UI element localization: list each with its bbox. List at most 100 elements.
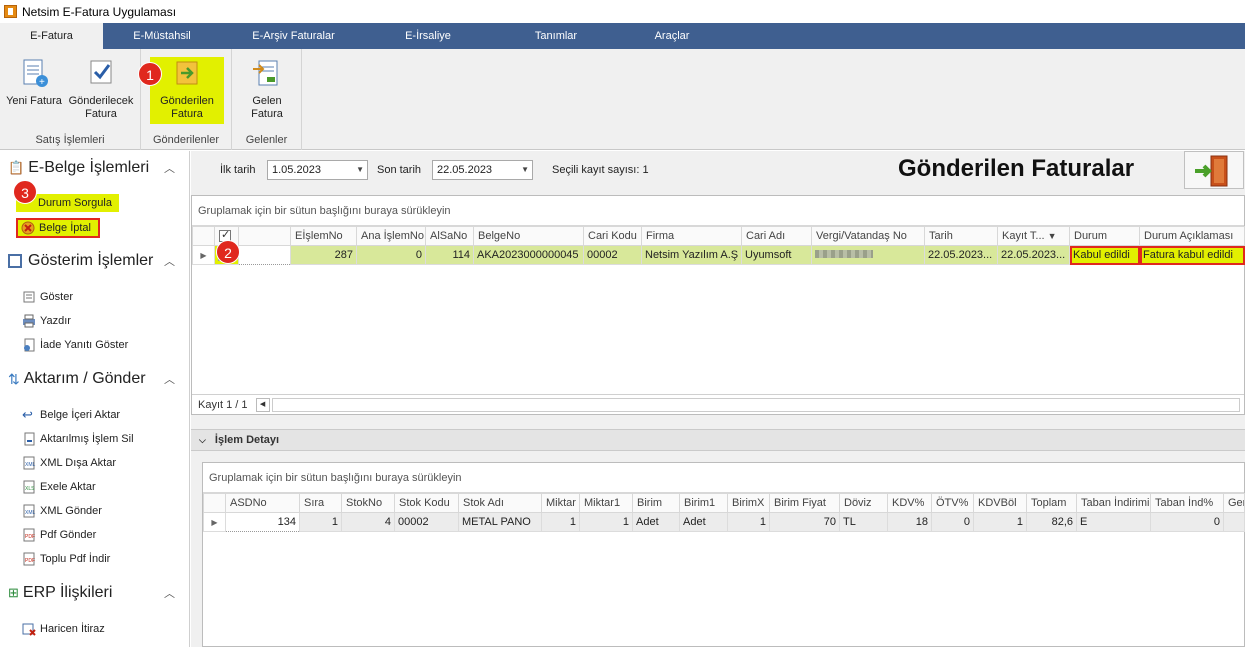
col-kdvbol[interactable]: KDVBöl — [973, 493, 1027, 513]
collapse-chevron-icon[interactable]: ︿ — [164, 371, 175, 387]
haricen-itiraz-item[interactable]: Haricen İtiraz — [22, 620, 105, 638]
tab-tanimlar[interactable]: Tanımlar — [490, 23, 622, 49]
col-taban-indirimi[interactable]: Taban İndirimi — [1076, 493, 1151, 513]
col-stok-adi[interactable]: Stok Adı — [458, 493, 542, 513]
xml-icon: XML — [22, 456, 36, 470]
section-ebelge[interactable]: 📋 E-Belge İşlemleri ︿ — [8, 159, 188, 177]
incoming-invoice-icon — [251, 57, 283, 89]
col-asdno[interactable]: ASDNo — [225, 493, 300, 513]
invoice-table: EİşlemNo Ana İşlemNo AlSaNo BelgeNo Cari… — [192, 226, 1245, 265]
table-row[interactable]: ▶ 287 0 114 AKA2023000000045 00002 Netsi… — [192, 245, 1245, 265]
belge-iceri-aktar-item[interactable]: ↩ Belge İçeri Aktar — [22, 406, 120, 424]
col-durum-aciklamasi[interactable]: Durum Açıklaması — [1139, 226, 1245, 246]
tab-e-fatura[interactable]: E-Fatura — [0, 23, 103, 49]
exele-aktar-item[interactable]: XLS Exele Aktar — [22, 478, 96, 496]
col-doviz[interactable]: Döviz — [839, 493, 888, 513]
col-birim-fiyat[interactable]: Birim Fiyat — [769, 493, 840, 513]
col-ana-islemno[interactable]: Ana İşlemNo — [356, 226, 426, 246]
col-birimx[interactable]: BirimX — [727, 493, 770, 513]
cell-stok-kodu: 00002 — [394, 512, 459, 532]
collapse-chevron-icon[interactable]: ︿ — [164, 585, 175, 601]
col-toplam[interactable]: Toplam — [1026, 493, 1077, 513]
collapse-chevron-icon[interactable]: ︿ — [164, 253, 175, 269]
goster-item[interactable]: Göster — [22, 288, 73, 306]
col-cari-adi[interactable]: Cari Adı — [741, 226, 812, 246]
svg-text:XML: XML — [25, 462, 36, 468]
window-title: Netsim E-Fatura Uygulaması — [22, 4, 177, 19]
col-belgeno[interactable]: BelgeNo — [473, 226, 584, 246]
col-birim1[interactable]: Birim1 — [679, 493, 728, 513]
group-gelenler: Gelen Fatura Gelenler — [232, 49, 302, 150]
horizontal-scrollbar[interactable] — [271, 397, 1240, 412]
exit-button[interactable] — [1184, 151, 1244, 189]
cell-birim: Adet — [632, 512, 680, 532]
section-aktarim[interactable]: ⇅ Aktarım / Gönder ︿ — [8, 370, 188, 388]
col-taban-ind-yuzde[interactable]: Taban İnd% — [1150, 493, 1224, 513]
gonderilen-fatura-button[interactable]: Gönderilen Fatura — [150, 57, 224, 124]
cell-eislemno: 287 — [290, 245, 357, 265]
cell-taban-indirimi: E — [1076, 512, 1151, 532]
col-cari-kodu[interactable]: Cari Kodu — [583, 226, 642, 246]
col-kayit-tarihi[interactable]: Kayıt T... ▼ — [997, 226, 1070, 246]
col-durum[interactable]: Durum — [1069, 226, 1140, 246]
cell-birimx: 1 — [727, 512, 770, 532]
ilk-tarih-input[interactable]: 1.05.2023 ▼ — [267, 160, 368, 180]
list-icon — [22, 290, 36, 304]
detail-section-header[interactable]: ⌵ İşlem Detayı — [191, 429, 1245, 451]
gelen-fatura-button[interactable]: Gelen Fatura — [237, 57, 297, 121]
xml-gonder-item[interactable]: XML XML Gönder — [22, 502, 102, 520]
col-sira[interactable]: Sıra — [299, 493, 342, 513]
grid-footer: Kayıt 1 / 1 ◀ — [192, 394, 1244, 414]
col-ger[interactable]: Ger — [1223, 493, 1245, 513]
exit-door-icon — [1195, 155, 1228, 187]
cell-otv: 0 — [931, 512, 974, 532]
step-badge-3: 3 — [13, 180, 37, 204]
svg-text:PDF: PDF — [25, 558, 35, 564]
excel-icon: XLS — [22, 480, 36, 494]
cell-alsano: 114 — [425, 245, 474, 265]
cell-asdno: 134 — [225, 512, 300, 532]
col-stokno[interactable]: StokNo — [341, 493, 395, 513]
step-badge-2: 2 — [216, 240, 240, 264]
gonderilecek-fatura-button[interactable]: Gönderilecek Fatura — [68, 57, 134, 121]
col-miktar1[interactable]: Miktar1 — [579, 493, 633, 513]
yazdir-item[interactable]: Yazdır — [22, 312, 71, 330]
pdf-gonder-item[interactable]: PDF Pdf Gönder — [22, 526, 96, 544]
cell-taban-ind-yuzde: 0 — [1150, 512, 1224, 532]
dropdown-arrow-icon[interactable]: ▼ — [356, 161, 364, 179]
tab-e-mustahsil[interactable]: E-Müstahsil — [103, 23, 221, 49]
group-panel-hint: Gruplamak için bir sütun başlığını buray… — [192, 196, 1244, 226]
ribbon-tabs: E-Fatura E-Müstahsil E-Arşiv Faturalar E… — [0, 23, 1245, 49]
cell-tarih: 22.05.2023... — [924, 245, 998, 265]
col-kdv[interactable]: KDV% — [887, 493, 932, 513]
yeni-fatura-button[interactable]: + Yeni Fatura — [4, 57, 64, 108]
dropdown-arrow-icon[interactable]: ▼ — [521, 161, 529, 179]
section-gosterim[interactable]: Gösterim İşlemler ︿ — [8, 252, 188, 270]
col-birim[interactable]: Birim — [632, 493, 680, 513]
son-tarih-label: Son tarih — [377, 164, 422, 176]
section-erp[interactable]: ⊞ ERP İlişkileri ︿ — [8, 584, 188, 602]
tab-e-irsaliye[interactable]: E-İrsaliye — [366, 23, 490, 49]
son-tarih-input[interactable]: 22.05.2023 ▼ — [432, 160, 533, 180]
col-miktar[interactable]: Miktar — [541, 493, 580, 513]
col-alsano[interactable]: AlSaNo — [425, 226, 474, 246]
col-eislemno[interactable]: EİşlemNo — [290, 226, 357, 246]
send-arrow-icon — [171, 57, 203, 89]
detail-row[interactable]: ▶ 134 1 4 00002 METAL PANO 1 1 Adet Adet… — [203, 512, 1245, 532]
col-vergi-no[interactable]: Vergi/Vatandaş No — [811, 226, 925, 246]
tab-e-arsiv[interactable]: E-Arşiv Faturalar — [221, 23, 366, 49]
collapse-chevron-icon[interactable]: ︿ — [164, 160, 175, 176]
belge-iptal-item[interactable]: Belge İptal — [16, 218, 100, 238]
cell-firma: Netsim Yazılım A.Ş — [641, 245, 742, 265]
col-tarih[interactable]: Tarih — [924, 226, 998, 246]
iade-yaniti-item[interactable]: İade Yanıtı Göster — [22, 336, 128, 354]
scroll-left-icon[interactable]: ◀ — [255, 397, 270, 412]
toplu-pdf-indir-item[interactable]: PDF Toplu Pdf İndir — [22, 550, 110, 568]
col-stok-kodu[interactable]: Stok Kodu — [394, 493, 459, 513]
col-otv[interactable]: ÖTV% — [931, 493, 974, 513]
col-firma[interactable]: Firma — [641, 226, 742, 246]
xml-disa-aktar-item[interactable]: XML XML Dışa Aktar — [22, 454, 116, 472]
aktarilmis-islem-sil-item[interactable]: Aktarılmış İşlem Sil — [22, 430, 134, 448]
svg-text:XLS: XLS — [25, 486, 35, 492]
tab-araclar[interactable]: Araçlar — [622, 23, 722, 49]
